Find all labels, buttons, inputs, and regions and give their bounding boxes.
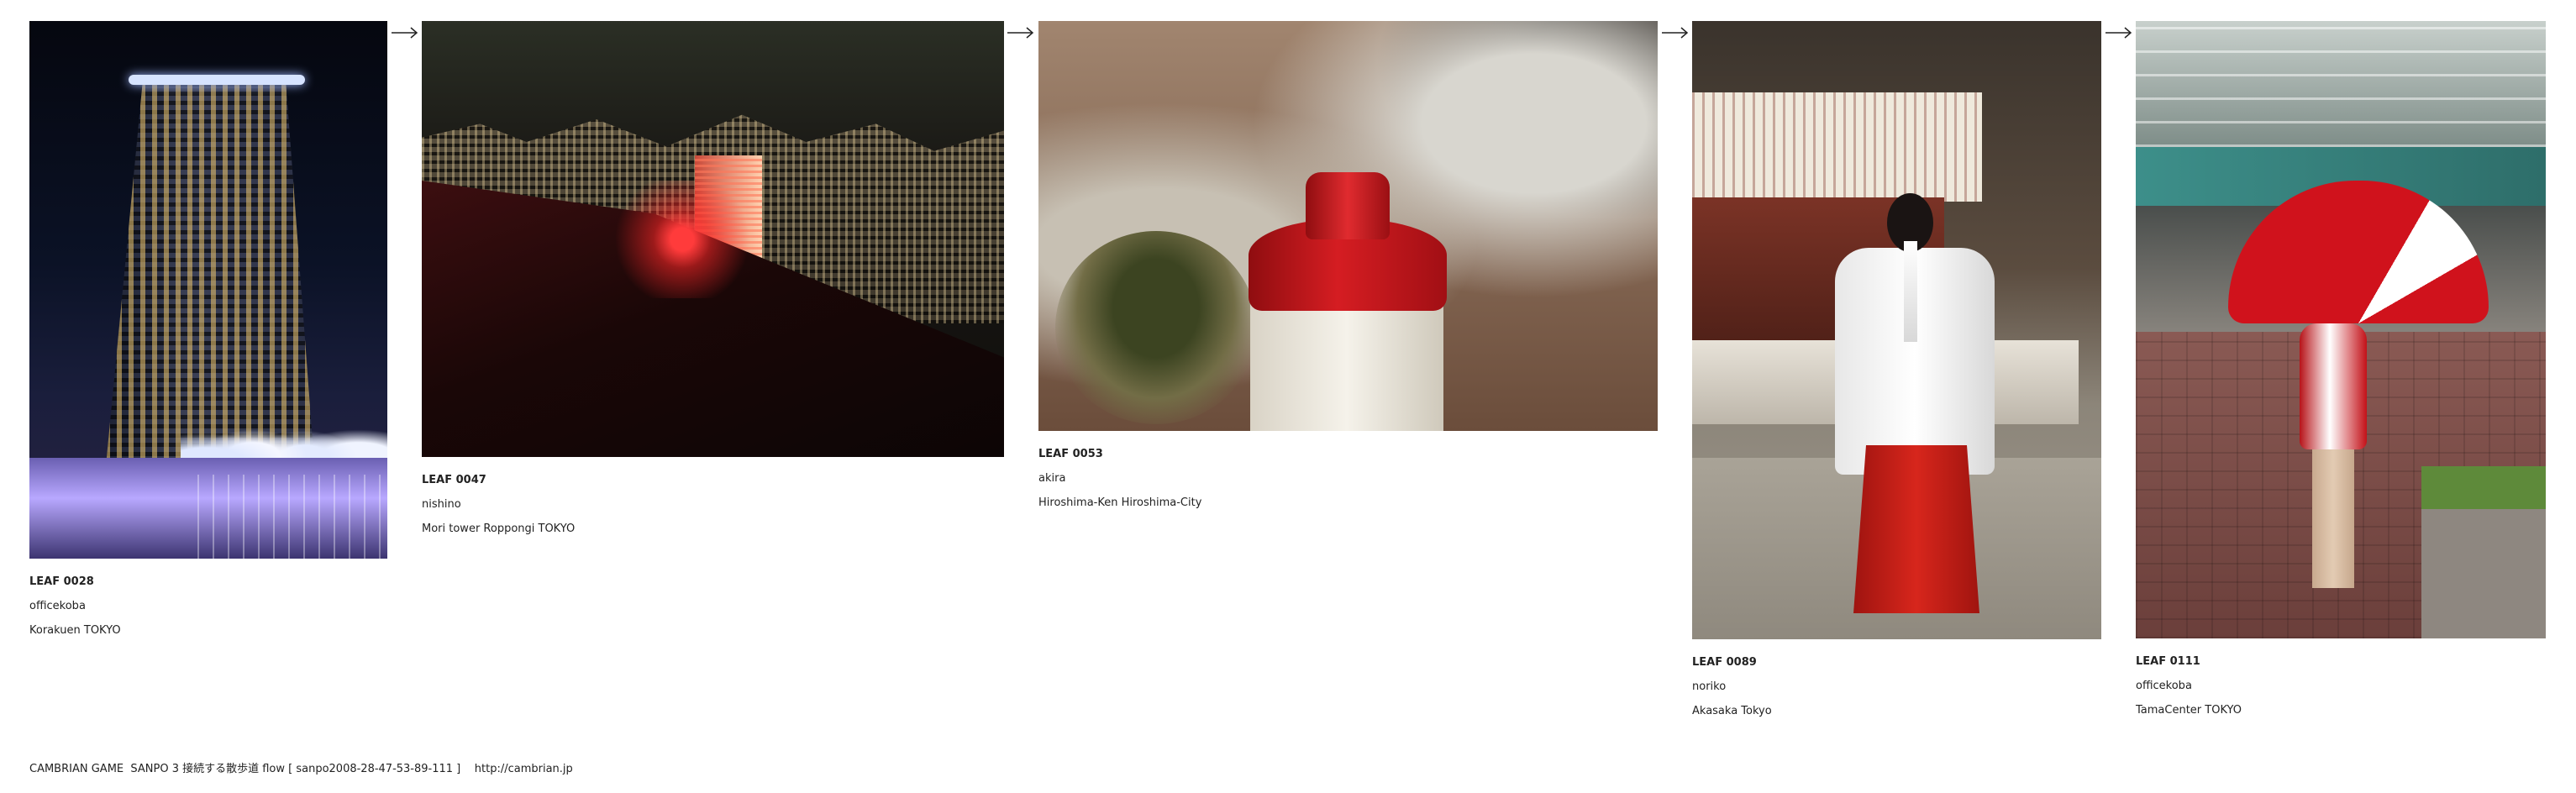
photo-caption: LEAF 0053 akira Hiroshima-Ken Hiroshima-…	[1038, 442, 1658, 515]
photo-shrine-maiden[interactable]	[1692, 21, 2101, 639]
photo-card: LEAF 0053 akira Hiroshima-Ken Hiroshima-…	[1038, 21, 1658, 515]
photo-caption: LEAF 0047 nishino Mori tower Roppongi TO…	[422, 468, 1004, 541]
leaf-id: LEAF 0053	[1038, 448, 1103, 460]
location: TamaCenter TOKYO	[2136, 704, 2242, 717]
author-name: officekoba	[29, 600, 86, 612]
leaf-id: LEAF 0089	[1692, 656, 1757, 669]
footer-credit: CAMBRIAN GAME SANPO 3 接続する散歩道 flow [ san…	[29, 763, 573, 775]
location: Korakuen TOKYO	[29, 624, 121, 637]
photo-caption: LEAF 0028 officekoba Korakuen TOKYO	[29, 570, 387, 643]
photo-caption: LEAF 0111 officekoba TamaCenter TOKYO	[2136, 649, 2546, 722]
author-name: akira	[1038, 472, 1066, 485]
right-arrow-icon	[392, 27, 418, 39]
author-name: noriko	[1692, 680, 1727, 693]
right-arrow-icon	[2105, 27, 2132, 39]
location: Mori tower Roppongi TOKYO	[422, 523, 576, 535]
photo-card: LEAF 0028 officekoba Korakuen TOKYO	[29, 21, 387, 643]
photo-korakuen-night-tower[interactable]	[29, 21, 387, 559]
photo-card: LEAF 0111 officekoba TamaCenter TOKYO	[2136, 21, 2546, 722]
right-arrow-icon	[1662, 27, 1689, 39]
photo-card: LEAF 0047 nishino Mori tower Roppongi TO…	[422, 21, 1004, 541]
photo-card: LEAF 0089 noriko Akasaka Tokyo	[1692, 21, 2101, 723]
author-name: nishino	[422, 498, 461, 511]
location: Hiroshima-Ken Hiroshima-City	[1038, 496, 1202, 509]
photo-red-cap-bottle[interactable]	[1038, 21, 1658, 431]
right-arrow-icon	[1007, 27, 1034, 39]
photo-caption: LEAF 0089 noriko Akasaka Tokyo	[1692, 650, 2101, 723]
author-name: officekoba	[2136, 680, 2192, 692]
photo-red-umbrella[interactable]	[2136, 21, 2546, 638]
location: Akasaka Tokyo	[1692, 705, 1772, 717]
leaf-id: LEAF 0028	[29, 575, 94, 588]
photo-mori-tower-red-light[interactable]	[422, 21, 1004, 457]
leaf-id: LEAF 0047	[422, 474, 486, 486]
leaf-id: LEAF 0111	[2136, 655, 2200, 668]
